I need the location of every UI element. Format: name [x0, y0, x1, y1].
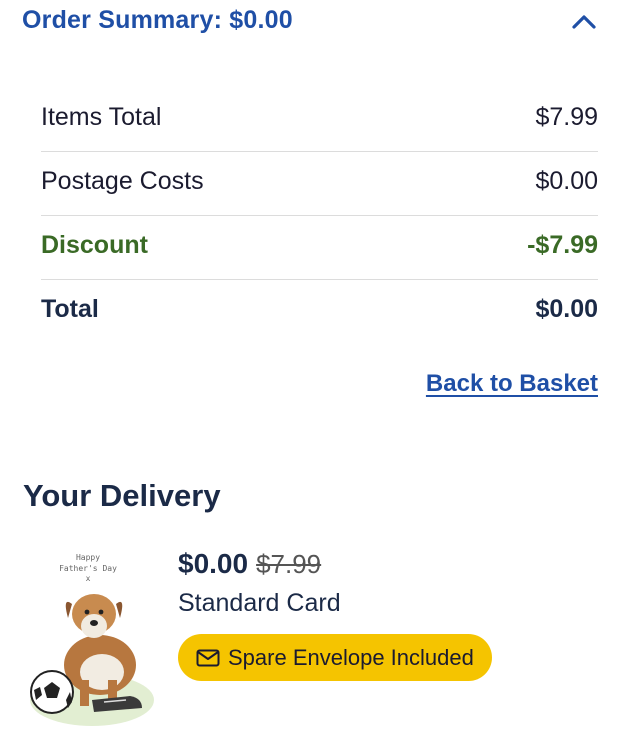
- order-summary-header[interactable]: Order Summary: $0.00: [0, 0, 634, 46]
- discount-label: Discount: [41, 231, 148, 259]
- card-text-line3: x: [86, 574, 91, 583]
- order-summary-table: Items Total $7.99 Postage Costs $0.00 Di…: [41, 88, 598, 343]
- current-price: $0.00: [178, 548, 249, 579]
- card-thumbnail: Happy Father's Day x: [22, 540, 154, 730]
- card-text-line1: Happy: [76, 553, 100, 562]
- items-total-value: $7.99: [535, 103, 598, 131]
- card-text-line2: Father's Day: [59, 564, 117, 573]
- spare-envelope-badge: Spare Envelope Included: [178, 634, 492, 681]
- summary-row-postage: Postage Costs $0.00: [41, 152, 598, 216]
- back-to-basket-link[interactable]: Back to Basket: [426, 370, 598, 398]
- summary-row-total: Total $0.00: [41, 280, 598, 343]
- order-summary-title: Order Summary: $0.00: [22, 6, 293, 34]
- chevron-up-icon[interactable]: [567, 7, 601, 35]
- original-price: $7.99: [256, 549, 322, 579]
- your-delivery-heading: Your Delivery: [23, 478, 221, 513]
- envelope-icon: [196, 649, 220, 666]
- summary-row-items-total: Items Total $7.99: [41, 88, 598, 152]
- postage-costs-value: $0.00: [535, 167, 598, 195]
- summary-row-discount: Discount -$7.99: [41, 216, 598, 280]
- discount-value: -$7.99: [527, 231, 598, 259]
- total-label: Total: [41, 295, 99, 323]
- spare-envelope-label: Spare Envelope Included: [228, 644, 474, 670]
- price-line: $0.00 $7.99: [178, 548, 321, 580]
- card-name: Standard Card: [178, 589, 341, 617]
- postage-costs-label: Postage Costs: [41, 167, 204, 195]
- checkout-page: Order Summary: $0.00 Items Total $7.99 P…: [0, 0, 634, 756]
- items-total-label: Items Total: [41, 103, 162, 131]
- total-value: $0.00: [535, 295, 598, 323]
